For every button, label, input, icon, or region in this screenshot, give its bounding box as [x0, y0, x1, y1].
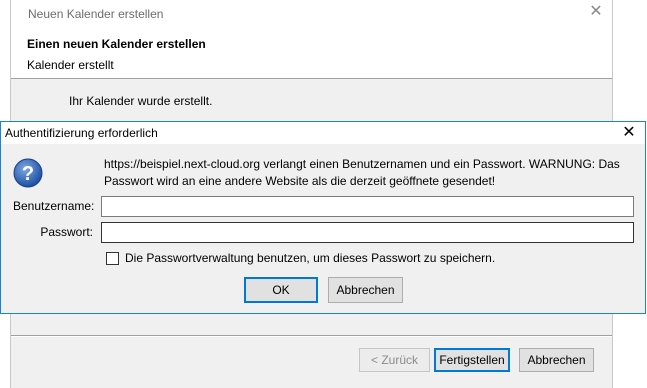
- question-icon: ?: [13, 158, 43, 188]
- remember-password-checkbox[interactable]: [106, 252, 119, 265]
- svg-text:?: ?: [22, 163, 34, 185]
- wizard-header: Einen neuen Kalender erstellen Kalender …: [11, 28, 612, 79]
- remember-password-label[interactable]: Die Passwortverwaltung benutzen, um dies…: [125, 251, 495, 265]
- auth-dialog-title: Authentifizierung erforderlich: [5, 126, 158, 140]
- wizard-cancel-button[interactable]: Abbrechen: [519, 348, 594, 372]
- password-input[interactable]: [101, 222, 634, 243]
- password-label: Passwort:: [40, 225, 93, 239]
- back-button[interactable]: < Zurück: [359, 348, 430, 372]
- wizard-close-icon[interactable]: ✕: [588, 4, 604, 20]
- wizard-titlebar: Neuen Kalender erstellen ✕: [11, 0, 612, 28]
- auth-dialog: Authentifizierung erforderlich ✕ ? https…: [0, 121, 646, 314]
- wizard-divider: [11, 335, 612, 337]
- username-label: Benutzername:: [13, 199, 95, 213]
- finish-button[interactable]: Fertigstellen: [434, 348, 510, 372]
- wizard-message: Ihr Kalender wurde erstellt.: [69, 94, 213, 108]
- wizard-window-title: Neuen Kalender erstellen: [28, 7, 164, 21]
- ok-button[interactable]: OK: [244, 277, 318, 303]
- auth-titlebar: Authentifizierung erforderlich ✕: [1, 122, 645, 144]
- wizard-subheading: Kalender erstellt: [27, 58, 114, 72]
- wizard-heading: Einen neuen Kalender erstellen: [27, 37, 206, 51]
- username-input[interactable]: [101, 196, 634, 217]
- auth-message: https://beispiel.next-cloud.org verlangt…: [104, 157, 620, 188]
- auth-cancel-button[interactable]: Abbrechen: [328, 277, 403, 303]
- auth-close-icon[interactable]: ✕: [621, 124, 637, 142]
